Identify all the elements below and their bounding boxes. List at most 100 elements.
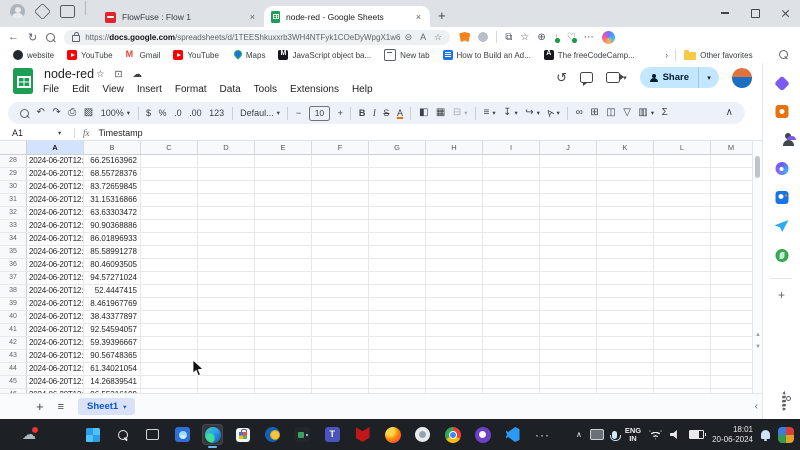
cell-C39[interactable] bbox=[141, 298, 198, 310]
sheet-tab[interactable]: Sheet1 ▾ bbox=[78, 398, 135, 415]
cell-L31[interactable] bbox=[654, 194, 711, 206]
toolbar-search-icon[interactable] bbox=[20, 109, 29, 118]
addon-plant-icon[interactable] bbox=[775, 249, 788, 262]
cell-K37[interactable] bbox=[597, 272, 654, 284]
cell-A30[interactable]: 2024-06-20T12:2 bbox=[27, 181, 84, 193]
split-screen-icon[interactable]: ⧉ bbox=[505, 32, 512, 43]
bookmark-item[interactable]: How to Build an Ad... bbox=[438, 50, 536, 60]
font-size[interactable]: 10 bbox=[309, 106, 330, 121]
cell-E30[interactable] bbox=[255, 181, 312, 193]
row-header-45[interactable]: 45 bbox=[0, 376, 27, 388]
display-icon[interactable] bbox=[590, 429, 604, 440]
browser-essentials-icon[interactable]: ♡ bbox=[567, 32, 576, 43]
cell-G32[interactable] bbox=[369, 207, 426, 219]
cell-C36[interactable] bbox=[141, 259, 198, 271]
zoom-out-icon[interactable]: ⊝ bbox=[405, 32, 413, 43]
cell-M40[interactable] bbox=[711, 311, 751, 323]
cell-L30[interactable] bbox=[654, 181, 711, 193]
column-header-G[interactable]: G bbox=[369, 141, 426, 154]
close-button[interactable] bbox=[770, 0, 800, 26]
cell-G44[interactable] bbox=[369, 363, 426, 375]
cell-D36[interactable] bbox=[198, 259, 255, 271]
cell-J30[interactable] bbox=[540, 181, 597, 193]
close-tab-icon[interactable]: × bbox=[414, 12, 423, 22]
cell-E35[interactable] bbox=[255, 246, 312, 258]
cell-I39[interactable] bbox=[483, 298, 540, 310]
cell-H28[interactable] bbox=[426, 155, 483, 167]
cell-G30[interactable] bbox=[369, 181, 426, 193]
cell-D39[interactable] bbox=[198, 298, 255, 310]
cell-A34[interactable]: 2024-06-20T12:2 bbox=[27, 233, 84, 245]
zoom-level[interactable]: 100% bbox=[101, 108, 130, 118]
increase-font-size[interactable]: + bbox=[338, 108, 343, 118]
column-header-F[interactable]: F bbox=[312, 141, 369, 154]
cell-L44[interactable] bbox=[654, 363, 711, 375]
version-history-icon[interactable]: ↺ bbox=[556, 70, 567, 86]
cell-H32[interactable] bbox=[426, 207, 483, 219]
bookmark-item[interactable]: Maps bbox=[227, 50, 271, 60]
cell-A33[interactable]: 2024-06-20T12:2 bbox=[27, 220, 84, 232]
cell-B31[interactable]: 31.15316866 bbox=[84, 194, 141, 206]
cell-I41[interactable] bbox=[483, 324, 540, 336]
cell-G28[interactable] bbox=[369, 155, 426, 167]
cell-B30[interactable]: 83.72659845 bbox=[84, 181, 141, 193]
format-percent[interactable]: % bbox=[159, 108, 167, 118]
create-filter-icon[interactable]: ▽ bbox=[623, 108, 631, 118]
cell-G42[interactable] bbox=[369, 337, 426, 349]
cell-B36[interactable]: 80.46093505 bbox=[84, 259, 141, 271]
cell-G43[interactable] bbox=[369, 350, 426, 362]
cell-J37[interactable] bbox=[540, 272, 597, 284]
bookmark-item[interactable]: website bbox=[8, 50, 59, 60]
cell-G45[interactable] bbox=[369, 376, 426, 388]
microphone-icon[interactable] bbox=[612, 431, 617, 439]
github-desktop-icon[interactable] bbox=[472, 424, 493, 445]
menu-tools[interactable]: Tools bbox=[254, 84, 277, 95]
cell-H41[interactable] bbox=[426, 324, 483, 336]
cell-L32[interactable] bbox=[654, 207, 711, 219]
cell-B37[interactable]: 94.57271024 bbox=[84, 272, 141, 284]
cell-B32[interactable]: 63.63303472 bbox=[84, 207, 141, 219]
cell-E32[interactable] bbox=[255, 207, 312, 219]
collections-icon[interactable]: ⊕ bbox=[537, 32, 545, 43]
formula-input[interactable]: Timestamp bbox=[99, 128, 143, 138]
insert-link-icon[interactable]: ∞ bbox=[576, 108, 583, 118]
cell-E43[interactable] bbox=[255, 350, 312, 362]
cell-B44[interactable]: 61.34021054 bbox=[84, 363, 141, 375]
cell-I44[interactable] bbox=[483, 363, 540, 375]
store-icon[interactable] bbox=[232, 424, 253, 445]
cell-A32[interactable]: 2024-06-20T12:2 bbox=[27, 207, 84, 219]
decrease-font-size[interactable]: − bbox=[296, 108, 301, 118]
battery-icon[interactable] bbox=[689, 430, 704, 439]
cell-C44[interactable] bbox=[141, 363, 198, 375]
cell-K34[interactable] bbox=[597, 233, 654, 245]
cell-I43[interactable] bbox=[483, 350, 540, 362]
cell-I42[interactable] bbox=[483, 337, 540, 349]
menu-file[interactable]: File bbox=[43, 84, 59, 95]
column-header-L[interactable]: L bbox=[654, 141, 711, 154]
vertical-scrollbar[interactable]: ▲ ▼ bbox=[752, 141, 762, 393]
cell-J36[interactable] bbox=[540, 259, 597, 271]
cell-D45[interactable] bbox=[198, 376, 255, 388]
cell-K28[interactable] bbox=[597, 155, 654, 167]
print-icon[interactable]: ⎙ bbox=[68, 108, 76, 118]
insert-chart-icon[interactable]: ◫ bbox=[606, 108, 615, 118]
cell-E34[interactable] bbox=[255, 233, 312, 245]
downloads-icon[interactable]: ↓ bbox=[554, 32, 559, 43]
cell-F28[interactable] bbox=[312, 155, 369, 167]
cell-C30[interactable] bbox=[141, 181, 198, 193]
orange-extension-icon[interactable] bbox=[775, 105, 788, 118]
cell-J34[interactable] bbox=[540, 233, 597, 245]
column-header-M[interactable]: M bbox=[711, 141, 751, 154]
cell-F30[interactable] bbox=[312, 181, 369, 193]
browser-profile-avatar[interactable] bbox=[10, 4, 25, 19]
tab-actions-icon[interactable] bbox=[60, 5, 75, 18]
cell-D41[interactable] bbox=[198, 324, 255, 336]
column-header-C[interactable]: C bbox=[141, 141, 198, 154]
cloud-status-icon[interactable]: ☁ bbox=[133, 69, 143, 80]
cell-F42[interactable] bbox=[312, 337, 369, 349]
add-sheet-button[interactable]: + bbox=[36, 399, 44, 414]
cell-J28[interactable] bbox=[540, 155, 597, 167]
cell-L42[interactable] bbox=[654, 337, 711, 349]
cell-E39[interactable] bbox=[255, 298, 312, 310]
row-header-30[interactable]: 30 bbox=[0, 181, 27, 193]
